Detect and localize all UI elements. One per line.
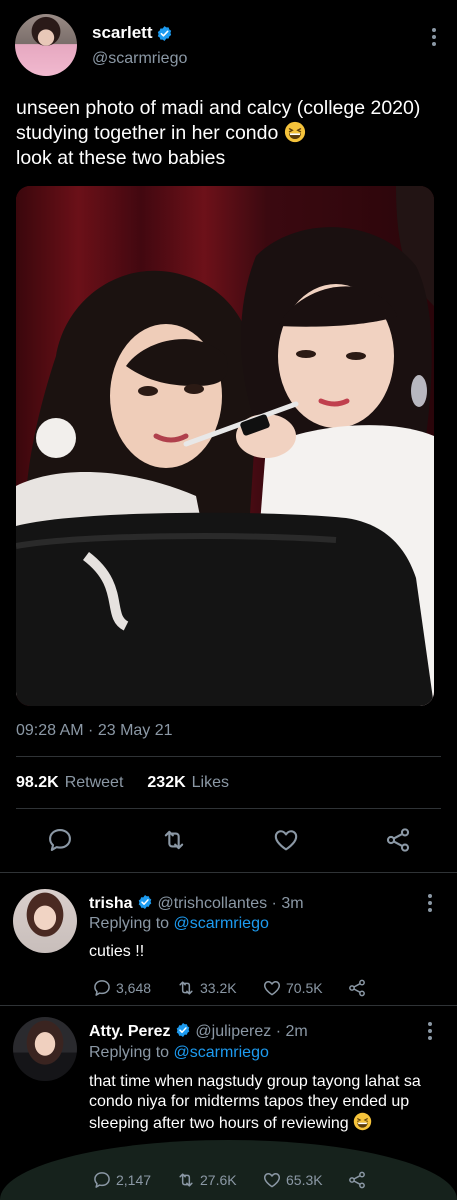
verified-badge-icon bbox=[138, 895, 152, 909]
reply-count: 2,147 bbox=[116, 1172, 152, 1188]
share-icon[interactable] bbox=[347, 1170, 367, 1190]
reply-author-name[interactable]: Atty. Perez bbox=[89, 1023, 171, 1040]
replying-to-link[interactable]: @scarmriego bbox=[174, 915, 269, 932]
reply-action-retweet[interactable]: 33.2K bbox=[176, 978, 237, 998]
replying-prefix: Replying to bbox=[89, 915, 170, 932]
author-name-row[interactable]: scarlett bbox=[92, 23, 173, 43]
divider bbox=[16, 808, 441, 809]
replying-to: Replying to @scarmriego bbox=[89, 915, 269, 933]
tweet-stats: 98.2K Retweet 232K Likes bbox=[16, 774, 229, 792]
verified-badge-icon bbox=[158, 25, 172, 41]
like-count: 70.5K bbox=[286, 980, 323, 996]
reply-header: trisha @trishcollantes · 3m bbox=[89, 894, 304, 913]
retweet-count: 27.6K bbox=[200, 1172, 237, 1188]
share-icon[interactable] bbox=[384, 826, 412, 854]
reply-action-like[interactable]: 70.5K bbox=[262, 978, 323, 998]
tweet-action-bar bbox=[0, 826, 457, 856]
retweet-count[interactable]: 98.2K bbox=[16, 774, 59, 792]
replying-to: Replying to @scarmriego bbox=[89, 1044, 269, 1062]
like-label[interactable]: Likes bbox=[192, 774, 229, 792]
reply-action-share[interactable] bbox=[347, 978, 367, 998]
reply-avatar[interactable] bbox=[13, 1017, 77, 1081]
more-options-icon[interactable] bbox=[432, 28, 436, 46]
reply-icon[interactable] bbox=[46, 826, 74, 854]
reply-action-like[interactable]: 65.3K bbox=[262, 1170, 323, 1190]
reply-icon[interactable] bbox=[92, 978, 112, 998]
tweet-text: unseen photo of madi and calcy (college … bbox=[16, 96, 436, 171]
reply-handle-time[interactable]: @juliperez · 2m bbox=[195, 1023, 307, 1040]
like-count: 65.3K bbox=[286, 1172, 323, 1188]
tweet-text-line1: unseen photo of madi and calcy (college … bbox=[16, 97, 421, 144]
author-avatar[interactable] bbox=[15, 14, 77, 76]
like-icon[interactable] bbox=[262, 978, 282, 998]
more-options-icon[interactable] bbox=[428, 1022, 432, 1040]
reply-icon[interactable] bbox=[92, 1170, 112, 1190]
tweet-timestamp[interactable]: 09:28 AM · 23 May 21 bbox=[16, 722, 173, 740]
reply-count: 3,648 bbox=[116, 980, 152, 996]
replying-to-link[interactable]: @scarmriego bbox=[174, 1044, 269, 1061]
laughing-face-icon bbox=[353, 1112, 372, 1131]
reply-action-share[interactable] bbox=[347, 1170, 367, 1190]
like-count[interactable]: 232K bbox=[147, 774, 185, 792]
reply-text: that time when nagstudy group tayong lah… bbox=[89, 1072, 429, 1134]
more-options-icon[interactable] bbox=[428, 894, 432, 912]
photo-illustration bbox=[16, 186, 434, 706]
retweet-label[interactable]: Retweet bbox=[65, 774, 124, 792]
reply-avatar[interactable] bbox=[13, 889, 77, 953]
reply-header: Atty. Perez @juliperez · 2m bbox=[89, 1022, 308, 1041]
grinning-squinting-face-icon bbox=[284, 121, 305, 143]
retweet-icon[interactable] bbox=[176, 978, 196, 998]
like-icon[interactable] bbox=[272, 826, 300, 854]
like-icon[interactable] bbox=[262, 1170, 282, 1190]
divider bbox=[16, 756, 441, 757]
reply-action-reply[interactable]: 2,147 bbox=[92, 1170, 151, 1190]
verified-badge-icon bbox=[176, 1023, 190, 1037]
tweet-header: scarlett @scarmriego bbox=[15, 14, 442, 80]
tweet-photo[interactable] bbox=[16, 186, 434, 706]
reply-action-retweet[interactable]: 27.6K bbox=[176, 1170, 237, 1190]
reply-text: cuties !! bbox=[89, 943, 145, 960]
share-icon[interactable] bbox=[347, 978, 367, 998]
reply-item[interactable]: Atty. Perez @juliperez · 2m Replying to … bbox=[0, 1005, 457, 1200]
reply-action-reply[interactable]: 3,648 bbox=[92, 978, 151, 998]
replying-prefix: Replying to bbox=[89, 1044, 170, 1061]
tweet-text-line2: look at these two babies bbox=[16, 147, 226, 169]
reply-author-name[interactable]: trisha bbox=[89, 895, 133, 912]
author-name[interactable]: scarlett bbox=[92, 23, 152, 43]
author-handle[interactable]: @scarmriego bbox=[92, 50, 187, 68]
reply-handle-time[interactable]: @trishcollantes · 3m bbox=[157, 895, 303, 912]
reply-item[interactable]: trisha @trishcollantes · 3m Replying to … bbox=[0, 872, 457, 997]
retweet-icon[interactable] bbox=[176, 1170, 196, 1190]
retweet-count: 33.2K bbox=[200, 980, 237, 996]
retweet-icon[interactable] bbox=[160, 826, 188, 854]
